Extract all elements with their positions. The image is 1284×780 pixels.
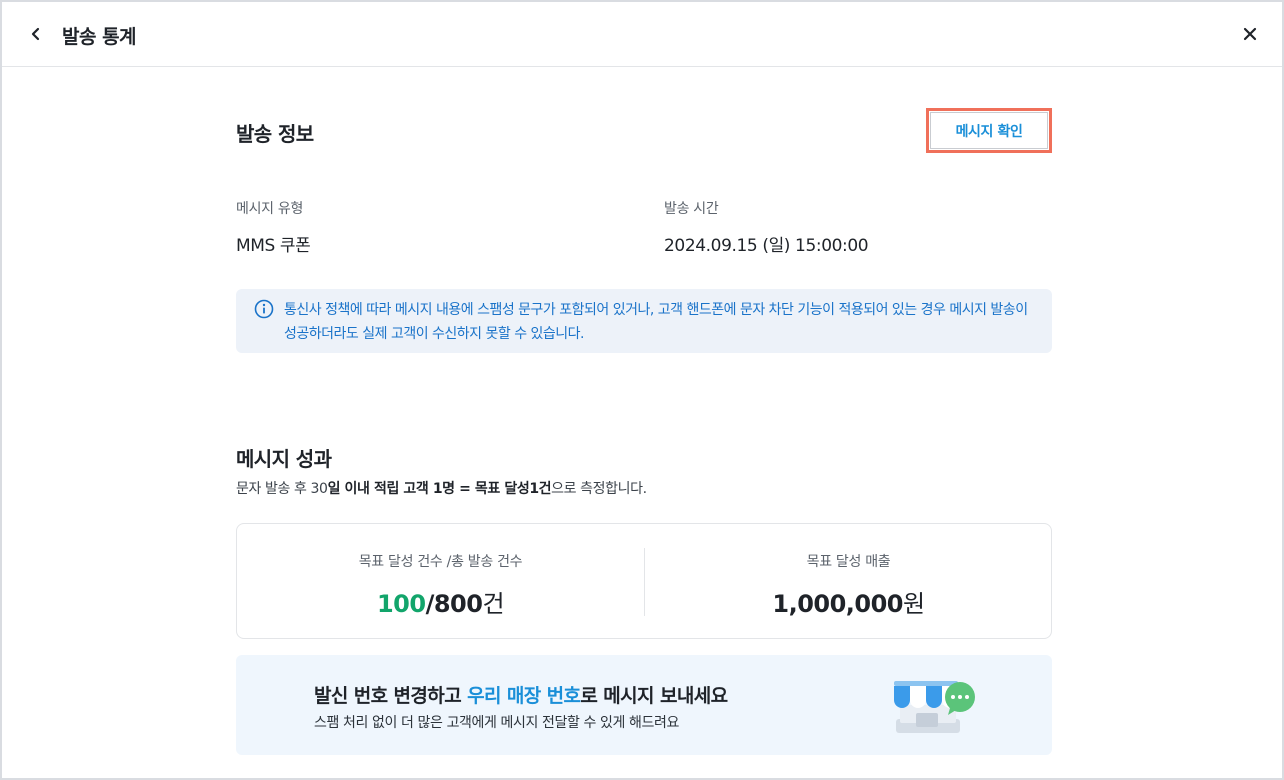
banner-title-suffix: 로 메시지 보내세요: [580, 685, 728, 707]
performance-desc-bold: 일 이내 적립 고객 1명 = 목표 달성1건: [327, 481, 552, 497]
notice-text: 통신사 정책에 따라 메시지 내용에 스팸성 문구가 포함되어 있거나, 고객 …: [284, 302, 1028, 342]
revenue-number: 1,000,000: [772, 590, 904, 618]
message-type-label: 메시지 유형: [236, 201, 304, 217]
back-button[interactable]: [24, 22, 48, 46]
banner-description: 스팸 처리 없이 더 많은 고객에게 메시지 전달할 수 있게 해드려요: [314, 715, 679, 731]
revenue-value: 1,000,000원: [645, 584, 1052, 619]
message-type-value: MMS 쿠폰: [236, 236, 311, 256]
statistics-dialog: 발송 통계 발송 정보 메시지 확인 메시지 유형 MMS 쿠폰 발송 시간 2…: [0, 0, 1284, 780]
sender-number-banner[interactable]: 발신 번호 변경하고 우리 매장 번호로 메시지 보내세요 스팸 처리 없이 더…: [236, 655, 1052, 755]
stats-card: 목표 달성 건수 /총 발송 건수 100/800건 목표 달성 매출 1,00…: [236, 523, 1052, 639]
total-count-number: /800: [425, 590, 483, 618]
revenue-label: 목표 달성 매출: [806, 554, 891, 570]
performance-description: 문자 발송 후 30일 이내 적립 고객 1명 = 목표 달성1건으로 측정합니…: [236, 478, 647, 498]
dialog-header: 발송 통계: [2, 2, 1282, 67]
info-icon: [254, 299, 274, 319]
goal-count-value: 100/800건: [237, 584, 644, 619]
dialog-content: 발송 정보 메시지 확인 메시지 유형 MMS 쿠폰 발송 시간 2024.09…: [234, 68, 1052, 778]
revenue-stat: 목표 달성 매출 1,000,000원: [645, 524, 1052, 640]
revenue-unit: 원: [903, 590, 925, 618]
message-confirm-label: 메시지 확인: [930, 112, 1048, 149]
store-chat-icon: [894, 681, 975, 733]
banner-title: 발신 번호 변경하고 우리 매장 번호로 메시지 보내세요: [314, 681, 728, 708]
page-title: 발송 통계: [62, 26, 137, 48]
banner-title-highlight: 우리 매장 번호: [467, 685, 581, 707]
close-button[interactable]: [1238, 22, 1262, 46]
performance-desc-suffix: 으로 측정합니다.: [551, 481, 647, 497]
message-confirm-button[interactable]: 메시지 확인: [926, 108, 1052, 153]
goal-count-stat: 목표 달성 건수 /총 발송 건수 100/800건: [237, 524, 644, 640]
performance-desc-prefix: 문자 발송 후 30: [236, 481, 328, 497]
goal-count-number: 100: [376, 590, 426, 618]
send-info-title: 발송 정보: [236, 122, 314, 146]
send-time-value: 2024.09.15 (일) 15:00:00: [664, 236, 869, 256]
notice-box: 통신사 정책에 따라 메시지 내용에 스팸성 문구가 포함되어 있거나, 고객 …: [236, 289, 1052, 353]
goal-count-label: 목표 달성 건수 /총 발송 건수: [358, 554, 523, 570]
banner-title-prefix: 발신 번호 변경하고: [314, 685, 468, 707]
close-icon: [1243, 27, 1257, 41]
chevron-left-icon: [31, 27, 40, 41]
send-time-label: 발송 시간: [664, 201, 719, 217]
count-unit: 건: [482, 590, 505, 618]
performance-title: 메시지 성과: [236, 447, 332, 471]
